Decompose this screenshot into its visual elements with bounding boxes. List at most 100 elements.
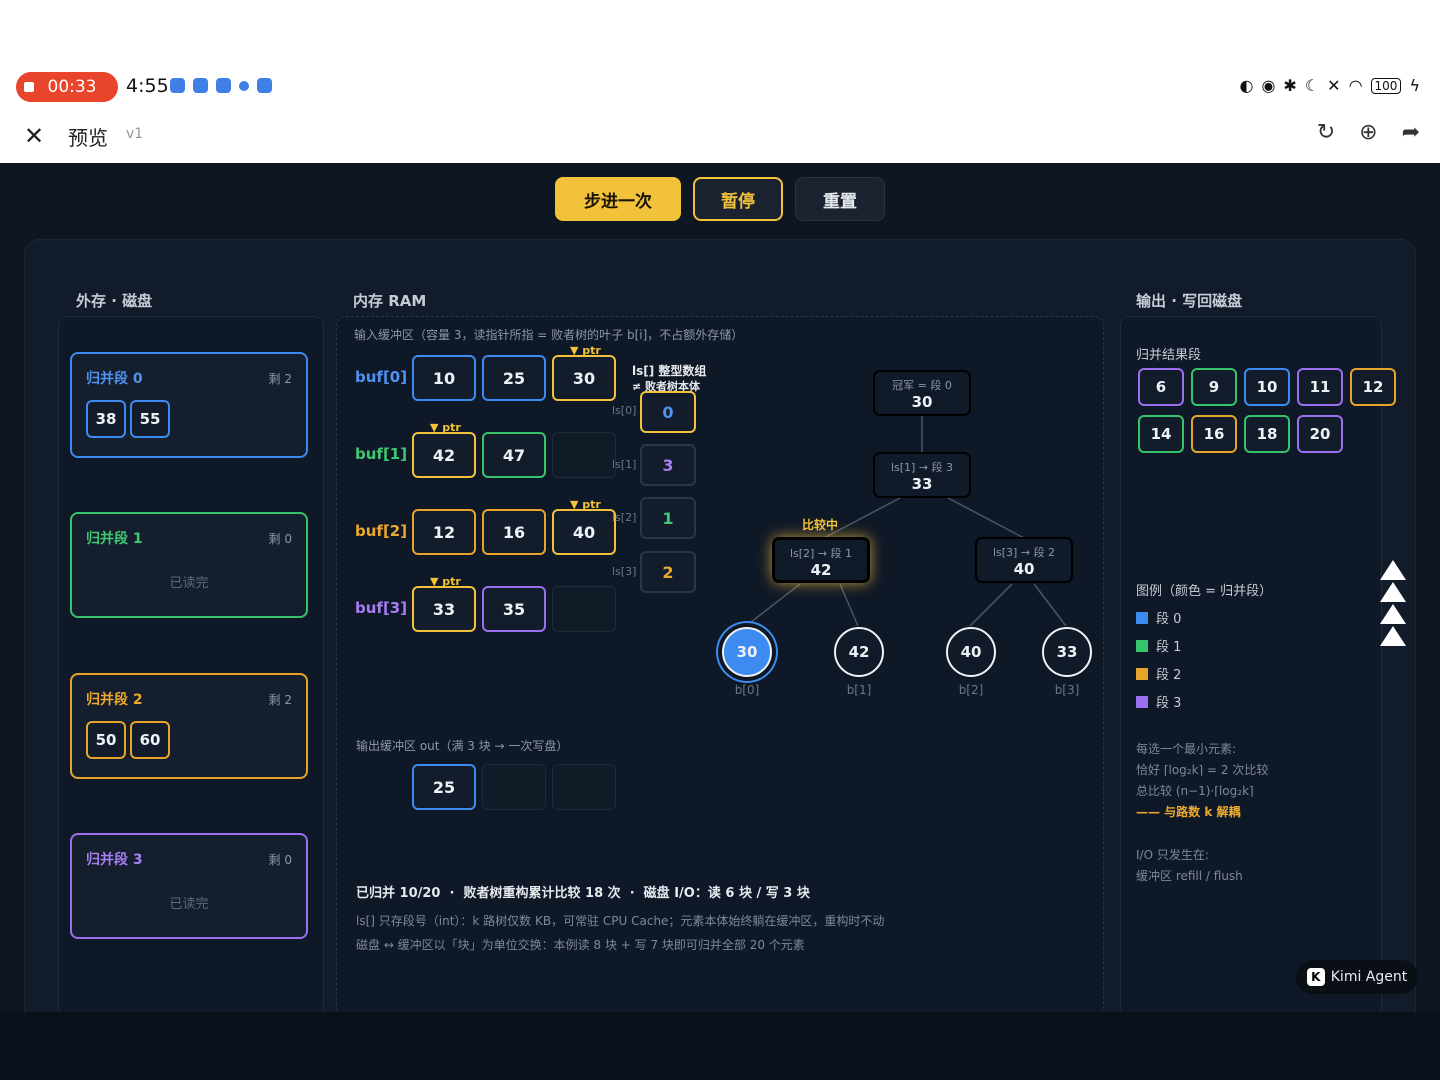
tree-node-ls3: ls[3] → 段 2 40 <box>975 537 1073 583</box>
step-button[interactable]: 步进一次 <box>555 177 681 221</box>
buffer-cell-pointer: 40 <box>552 509 616 555</box>
globe-icon[interactable]: ⊕ <box>1359 120 1377 145</box>
tree-node-ls1: ls[1] → 段 3 33 <box>873 452 971 498</box>
arrow-up-icon <box>1380 604 1406 624</box>
node-value: 42 <box>810 561 832 579</box>
ls-cell: 1 <box>640 497 696 539</box>
kimi-agent-badge[interactable]: K Kimi Agent <box>1296 960 1418 994</box>
ls-label: ls[2] <box>612 511 637 524</box>
legend-swatch <box>1136 695 1148 708</box>
kimi-agent-label: Kimi Agent <box>1330 969 1408 985</box>
complexity-note-1: 每选一个最小元素: <box>1136 742 1237 756</box>
buffer-cell-empty <box>552 586 616 632</box>
close-icon[interactable]: ✕ <box>24 122 44 150</box>
app-title: 预览 <box>68 126 108 150</box>
tree-leaf-2: 40 <box>946 627 996 677</box>
result-cell: 12 <box>1350 368 1396 406</box>
comparing-label: 比较中 <box>802 518 839 532</box>
buffer-label: buf[2] <box>355 522 408 540</box>
app-notification-icon <box>257 78 272 93</box>
ls-cell: 3 <box>640 444 696 486</box>
segment-card-0: 归并段 0 剩 2 38 55 <box>70 352 308 458</box>
input-buffer-note: 输入缓冲区（容量 3，读指针所指 = 败者树的叶子 b[i]，不占额外存储） <box>354 328 744 342</box>
app-notification-icon <box>216 78 231 93</box>
output-title: 输出 · 写回磁盘 <box>1136 292 1243 310</box>
node-value: 40 <box>1013 560 1035 578</box>
segment-value: 60 <box>130 721 170 759</box>
segment-remaining: 剩 2 <box>268 693 292 707</box>
legend-label: 段 3 <box>1156 696 1182 711</box>
result-cell: 10 <box>1244 368 1290 406</box>
segment-value: 55 <box>130 400 170 438</box>
ls-label: ls[1] <box>612 458 637 471</box>
segment-name: 归并段 2 <box>86 692 143 708</box>
record-icon <box>24 82 34 92</box>
segment-value: 50 <box>86 721 126 759</box>
bluetooth-icon: ✱ <box>1283 76 1297 95</box>
legend-swatch <box>1136 611 1148 624</box>
node-label: ls[3] → 段 2 <box>992 546 1056 559</box>
reset-button[interactable]: 重置 <box>795 177 885 221</box>
legend-label: 段 2 <box>1156 668 1182 683</box>
pause-button[interactable]: 暂停 <box>693 177 783 221</box>
eye-comfort-icon: ◉ <box>1261 76 1276 95</box>
ram-title: 内存 RAM <box>353 292 427 310</box>
scroll-indicator[interactable] <box>1380 560 1406 648</box>
legend-title: 图例（颜色 = 归并段） <box>1136 584 1273 599</box>
buffer-cell-pointer: 30 <box>552 355 616 401</box>
share-icon[interactable]: ➦ <box>1402 120 1420 145</box>
ls-label: ls[0] <box>612 404 637 417</box>
kimi-logo-icon: K <box>1306 968 1325 986</box>
segment-value: 38 <box>86 400 126 438</box>
buffer-cell: 12 <box>412 509 476 555</box>
stats-note-io: 磁盘 ↔ 缓冲区以「块」为单位交换：本例读 8 块 + 写 7 块即可归并全部 … <box>356 938 805 952</box>
charging-icon: ϟ <box>1409 76 1420 95</box>
node-label: 冠军 = 段 0 <box>892 379 952 392</box>
segment-name: 归并段 1 <box>86 531 143 547</box>
node-value: 30 <box>911 393 933 411</box>
io-note-1: I/O 只发生在: <box>1136 848 1209 862</box>
tree-node-champion: 冠军 = 段 0 30 <box>873 370 971 416</box>
ls-cell: 2 <box>640 551 696 593</box>
legend-label: 段 0 <box>1156 612 1182 627</box>
recording-indicator[interactable]: 00:33 <box>16 72 118 102</box>
segment-name: 归并段 3 <box>86 852 143 868</box>
legend-swatch <box>1136 667 1148 680</box>
buffer-label: buf[1] <box>355 445 408 463</box>
clock: 4:55 <box>126 75 169 97</box>
buffer-cell: 47 <box>482 432 546 478</box>
output-buffer-note: 输出缓冲区 out（满 3 块 → 一次写盘） <box>356 739 569 753</box>
leaf-label: b[2] <box>958 683 984 697</box>
legend-item-1: 段 1 <box>1136 636 1181 655</box>
arrow-up-icon <box>1380 582 1406 602</box>
buffer-label: buf[0] <box>355 368 408 386</box>
segment-remaining: 剩 0 <box>268 853 292 867</box>
node-label: ls[1] → 段 3 <box>890 461 954 474</box>
result-cell: 11 <box>1297 368 1343 406</box>
buffer-cell-pointer: 42 <box>412 432 476 478</box>
result-cell: 14 <box>1138 415 1184 453</box>
ls-label: ls[3] <box>612 565 637 578</box>
segment-card-2: 归并段 2 剩 2 50 60 <box>70 673 308 779</box>
wifi-icon: ◠ <box>1348 76 1363 95</box>
arrow-up-icon <box>1380 560 1406 580</box>
do-not-disturb-icon: ☾ <box>1304 76 1320 95</box>
node-label: ls[2] → 段 1 <box>789 547 853 560</box>
bottom-area <box>0 1012 1440 1080</box>
buffer-cell-empty <box>552 432 616 478</box>
buffer-label: buf[3] <box>355 599 408 617</box>
legend-swatch <box>1136 639 1148 652</box>
tree-leaf-3: 33 <box>1042 627 1092 677</box>
segment-name: 归并段 0 <box>86 371 143 387</box>
tree-node-ls2: ls[2] → 段 1 42 <box>772 537 870 583</box>
output-buffer-cell-empty <box>552 764 616 810</box>
leaf-label: b[1] <box>846 683 872 697</box>
segment-card-1: 归并段 1 剩 0 已读完 <box>70 512 308 618</box>
result-cell: 18 <box>1244 415 1290 453</box>
result-cell: 6 <box>1138 368 1184 406</box>
refresh-icon[interactable]: ↻ <box>1317 120 1335 145</box>
segment-empty-label: 已读完 <box>169 897 209 912</box>
buffer-cell: 16 <box>482 509 546 555</box>
app-bar: ✕ 预览 v1 ↻ ⊕ ➦ <box>0 108 1440 162</box>
legend-item-2: 段 2 <box>1136 664 1181 683</box>
